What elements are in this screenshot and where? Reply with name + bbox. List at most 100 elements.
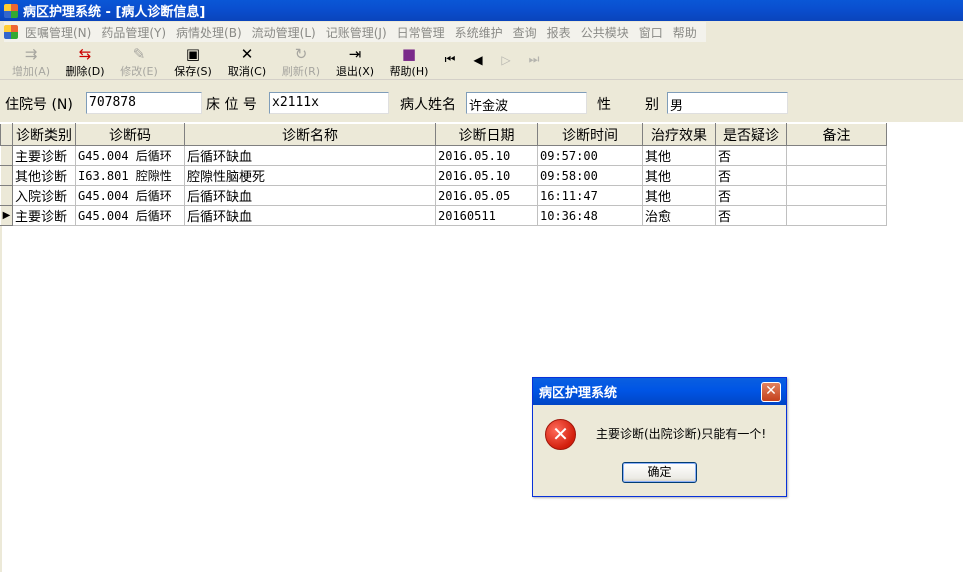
cell-code[interactable]: G45.004 后循环	[75, 145, 185, 166]
menu-query[interactable]: 查询	[508, 24, 542, 41]
col-remark[interactable]: 备注	[786, 123, 887, 146]
sex-label-2: 别	[645, 97, 659, 113]
current-row-indicator[interactable]: ▶	[0, 205, 13, 226]
menu-window[interactable]: 窗口	[634, 24, 668, 41]
first-record-button[interactable]: ⏮	[436, 43, 464, 80]
save-icon: ▣	[185, 45, 201, 63]
app-icon	[4, 3, 18, 18]
toolbar: ⇉ 增加(A) ⇆ 删除(D) ✎ 修改(E) ▣ 保存(S) ✕ 取消(C) …	[0, 43, 963, 80]
patient-info-panel: 住院号 (N) 707878 床 位 号 x2111x 病人姓名 许金波 性 别…	[0, 80, 963, 122]
menu-condition[interactable]: 病情处理(B)	[171, 24, 247, 41]
sex-field[interactable]: 男	[667, 92, 788, 114]
col-effect[interactable]: 治疗效果	[642, 123, 716, 146]
cell-date[interactable]: 2016.05.05	[435, 185, 538, 206]
admission-number-field[interactable]: 707878	[86, 92, 202, 114]
cell-code[interactable]: G45.004 后循环	[75, 205, 185, 226]
row-indicator[interactable]	[0, 185, 13, 206]
dialog-message: 主要诊断(出院诊断)只能有一个!	[596, 427, 767, 441]
menu-drugs[interactable]: 药品管理(Y)	[96, 24, 171, 41]
cell-remark[interactable]	[786, 145, 887, 166]
table-row-current[interactable]: ▶ 主要诊断 G45.004 后循环 后循环缺血 20160511 10:36:…	[0, 205, 887, 226]
menu-billing[interactable]: 记账管理(J)	[321, 24, 392, 41]
cell-name[interactable]: 后循环缺血	[184, 185, 436, 206]
patient-name-field[interactable]: 许金波	[466, 92, 587, 114]
col-time[interactable]: 诊断时间	[537, 123, 643, 146]
menu-system[interactable]: 系统维护	[450, 24, 508, 41]
close-icon: ✕	[765, 383, 777, 399]
last-icon: ⏭	[528, 52, 540, 66]
save-button[interactable]: ▣ 保存(S)	[166, 43, 220, 80]
menu-orders[interactable]: 医嘱管理(N)	[20, 24, 96, 41]
row-indicator[interactable]	[0, 165, 13, 186]
cell-name[interactable]: 腔隙性脑梗死	[184, 165, 436, 186]
first-icon: ⏮	[444, 52, 456, 66]
cell-effect[interactable]: 其他	[642, 185, 716, 206]
cell-time[interactable]: 10:36:48	[537, 205, 643, 226]
app-menu-icon[interactable]	[4, 25, 18, 39]
ok-button[interactable]: 确定	[622, 462, 697, 483]
cell-suspect[interactable]: 否	[715, 145, 787, 166]
cell-name[interactable]: 后循环缺血	[184, 145, 436, 166]
cell-suspect[interactable]: 否	[715, 205, 787, 226]
cell-date[interactable]: 20160511	[435, 205, 538, 226]
cancel-button[interactable]: ✕ 取消(C)	[220, 43, 274, 80]
admission-label: 住院号 (N)	[5, 97, 73, 113]
help-button[interactable]: ■ 帮助(H)	[382, 43, 436, 80]
cell-remark[interactable]	[786, 205, 887, 226]
menu-reports[interactable]: 报表	[542, 24, 576, 41]
table-row[interactable]: 其他诊断 I63.801 腔隙性 腔隙性脑梗死 2016.05.10 09:58…	[0, 165, 887, 186]
dialog-title-bar[interactable]: 病区护理系统 ✕	[533, 378, 786, 405]
menu-daily[interactable]: 日常管理	[392, 24, 450, 41]
refresh-button[interactable]: ↻ 刷新(R)	[274, 43, 328, 80]
cell-date[interactable]: 2016.05.10	[435, 165, 538, 186]
edit-icon: ✎	[132, 45, 146, 63]
cell-date[interactable]: 2016.05.10	[435, 145, 538, 166]
last-record-button[interactable]: ⏭	[520, 43, 548, 80]
cell-name[interactable]: 后循环缺血	[184, 205, 436, 226]
col-suspect[interactable]: 是否疑诊	[715, 123, 787, 146]
dialog-close-button[interactable]: ✕	[761, 382, 781, 402]
col-type[interactable]: 诊断类别	[12, 123, 76, 146]
cell-effect[interactable]: 治愈	[642, 205, 716, 226]
cell-time[interactable]: 16:11:47	[537, 185, 643, 206]
cell-suspect[interactable]: 否	[715, 165, 787, 186]
add-icon: ⇉	[24, 45, 38, 63]
delete-button[interactable]: ⇆ 删除(D)	[58, 43, 112, 80]
menu-bar: 医嘱管理(N) 药品管理(Y) 病情处理(B) 流动管理(L) 记账管理(J) …	[0, 21, 963, 43]
cell-time[interactable]: 09:57:00	[537, 145, 643, 166]
cell-type[interactable]: 主要诊断	[12, 145, 76, 166]
menu-common[interactable]: 公共模块	[576, 24, 634, 41]
row-indicator-header	[0, 123, 13, 146]
cell-type[interactable]: 其他诊断	[12, 165, 76, 186]
cell-time[interactable]: 09:58:00	[537, 165, 643, 186]
menu-help[interactable]: 帮助	[668, 24, 702, 41]
menu-flow[interactable]: 流动管理(L)	[247, 24, 321, 41]
cell-code[interactable]: I63.801 腔隙性	[75, 165, 185, 186]
refresh-icon: ↻	[294, 45, 308, 63]
cell-type[interactable]: 入院诊断	[12, 185, 76, 206]
cell-effect[interactable]: 其他	[642, 165, 716, 186]
cell-suspect[interactable]: 否	[715, 185, 787, 206]
exit-door-icon: ⇥	[348, 45, 362, 63]
cell-code[interactable]: G45.004 后循环	[75, 185, 185, 206]
cell-effect[interactable]: 其他	[642, 145, 716, 166]
exit-button[interactable]: ⇥ 退出(X)	[328, 43, 382, 80]
row-indicator[interactable]	[0, 145, 13, 166]
col-name[interactable]: 诊断名称	[184, 123, 436, 146]
cell-remark[interactable]	[786, 185, 887, 206]
prev-icon: ◀	[473, 52, 483, 67]
table-row[interactable]: 主要诊断 G45.004 后循环 后循环缺血 2016.05.10 09:57:…	[0, 145, 887, 166]
col-code[interactable]: 诊断码	[75, 123, 185, 146]
cell-type[interactable]: 主要诊断	[12, 205, 76, 226]
table-row[interactable]: 入院诊断 G45.004 后循环 后循环缺血 2016.05.05 16:11:…	[0, 185, 887, 206]
add-button[interactable]: ⇉ 增加(A)	[4, 43, 58, 80]
cell-remark[interactable]	[786, 165, 887, 186]
col-date[interactable]: 诊断日期	[435, 123, 538, 146]
error-icon: ✕	[545, 419, 576, 450]
window-title: 病区护理系统 - [病人诊断信息]	[23, 5, 206, 20]
dialog-title: 病区护理系统	[539, 386, 618, 401]
prev-record-button[interactable]: ◀	[464, 43, 492, 80]
edit-button[interactable]: ✎ 修改(E)	[112, 43, 166, 80]
next-record-button[interactable]: ▷	[492, 43, 520, 80]
bed-number-field[interactable]: x2111x	[269, 92, 389, 114]
